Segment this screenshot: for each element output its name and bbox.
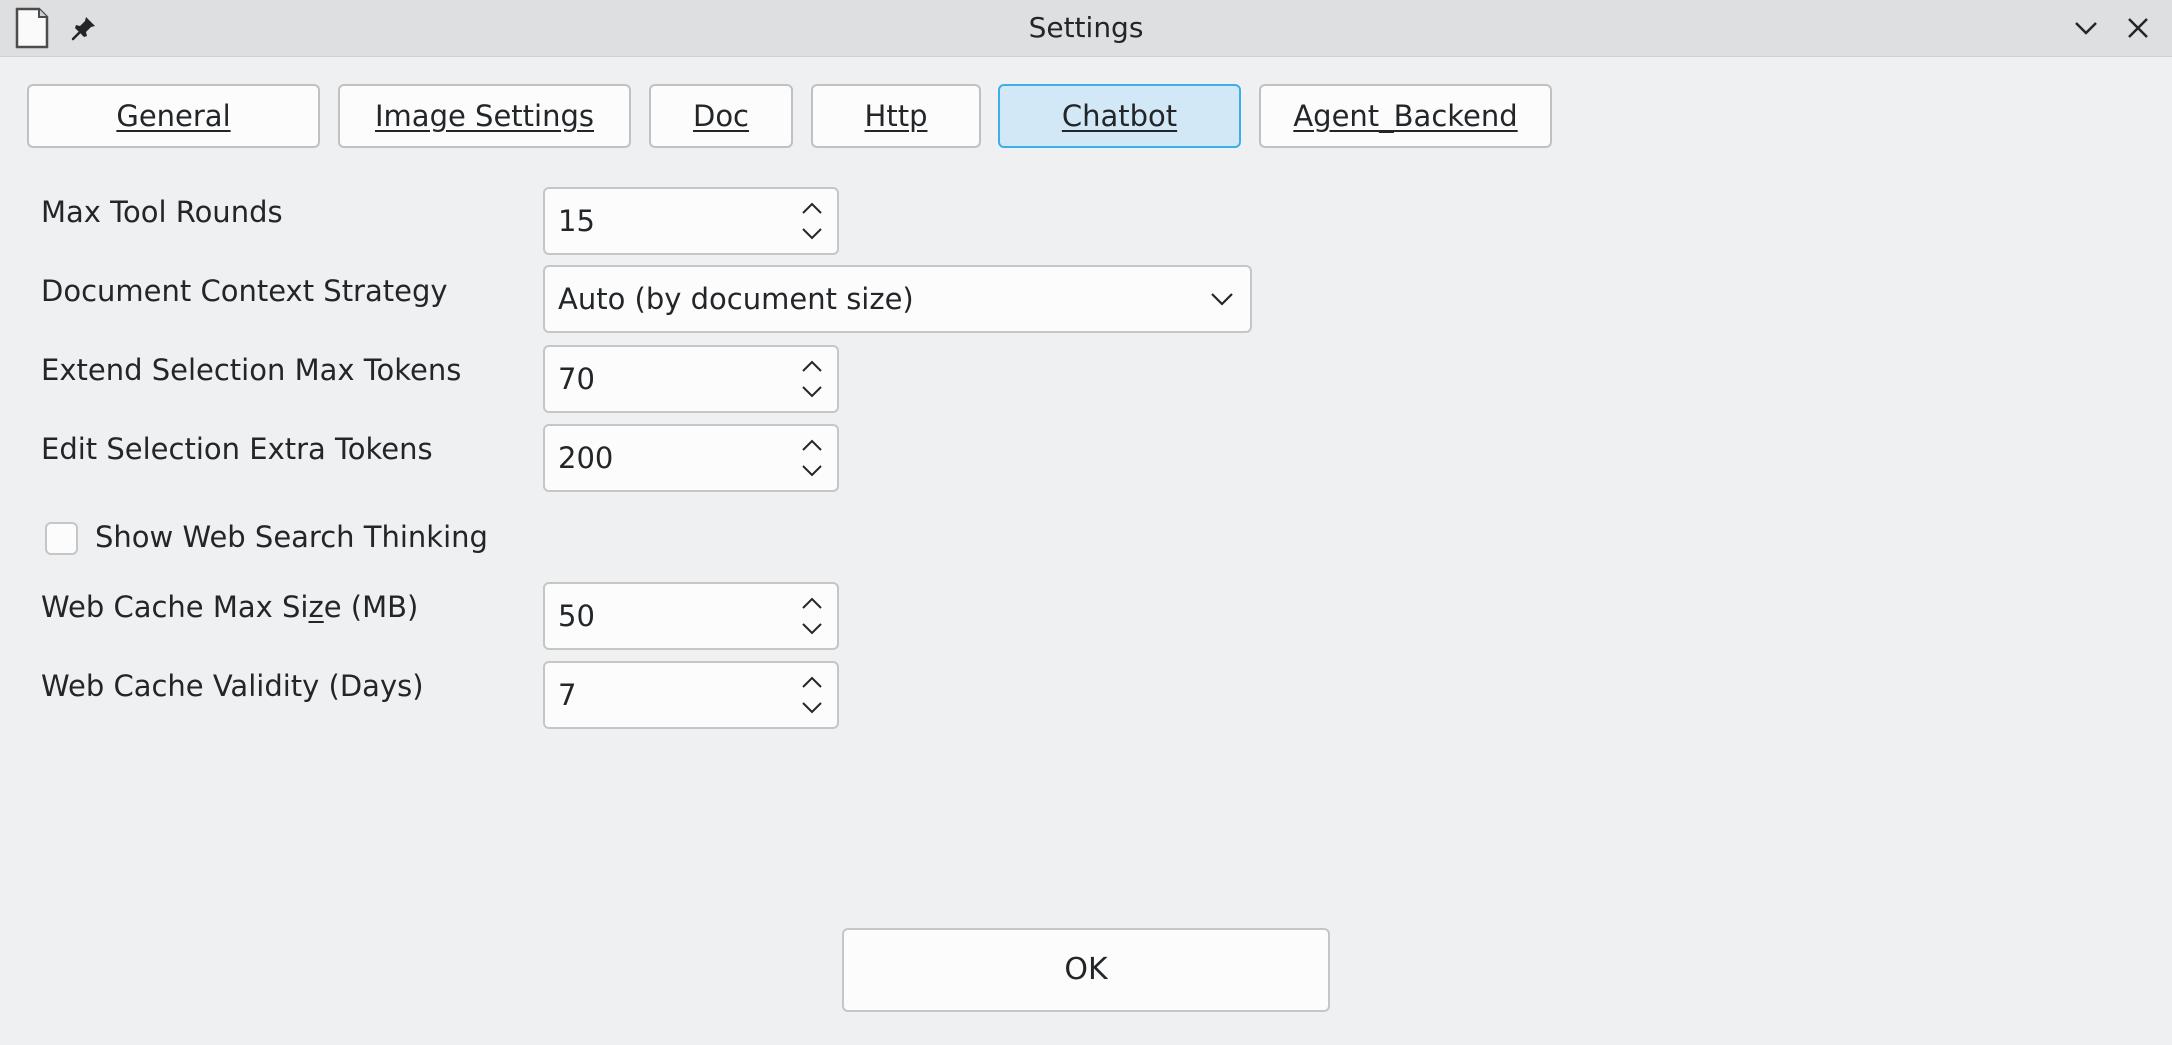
close-icon[interactable] <box>2122 12 2154 44</box>
ok-button[interactable]: OK <box>842 928 1330 1012</box>
max-tool-rounds-value[interactable]: 15 <box>558 189 595 253</box>
tab-image-settings[interactable]: Image Settings <box>338 84 631 148</box>
window-title: Settings <box>1028 11 1144 44</box>
chevron-down-icon[interactable] <box>797 616 827 642</box>
tab-doc[interactable]: Doc <box>649 84 793 148</box>
tab-agent-backend[interactable]: Agent_Backend <box>1259 84 1552 148</box>
document-context-strategy-select[interactable]: Auto (by document size) <box>543 265 1252 333</box>
web-cache-max-size-spinbox[interactable]: 50 <box>543 582 839 650</box>
max-tool-rounds-spinbox[interactable]: 15 <box>543 187 839 255</box>
chevron-up-icon[interactable] <box>797 353 827 379</box>
show-web-search-thinking-label[interactable]: Show Web Search Thinking <box>95 520 488 554</box>
web-cache-max-size-value[interactable]: 50 <box>558 584 595 648</box>
edit-selection-extra-tokens-label: Edit Selection Extra Tokens <box>41 432 433 466</box>
edit-selection-extra-tokens-spinbox[interactable]: 200 <box>543 424 839 492</box>
chevron-down-icon <box>1206 283 1238 315</box>
web-cache-max-size-label: Web Cache Max Size (MB) <box>41 590 418 624</box>
chevron-up-icon[interactable] <box>797 432 827 458</box>
chevron-down-icon[interactable] <box>797 379 827 405</box>
web-cache-max-size-label-mnemonic: z <box>308 590 324 624</box>
chevron-down-icon[interactable] <box>797 458 827 484</box>
max-tool-rounds-label: Max Tool Rounds <box>41 195 283 229</box>
tab-http[interactable]: Http <box>811 84 981 148</box>
chevron-up-icon[interactable] <box>797 590 827 616</box>
chevron-down-icon[interactable] <box>797 221 827 247</box>
chevron-down-icon[interactable] <box>797 695 827 721</box>
web-cache-max-size-label-post: e (MB) <box>323 590 419 624</box>
web-cache-max-size-label-pre: Web Cache Max Si <box>41 590 309 624</box>
tab-general[interactable]: General <box>27 84 320 148</box>
web-cache-validity-value[interactable]: 7 <box>558 663 576 727</box>
web-cache-validity-label: Web Cache Validity (Days) <box>41 669 424 703</box>
document-context-strategy-label: Document Context Strategy <box>41 274 448 308</box>
chevron-down-icon[interactable] <box>2070 12 2102 44</box>
tab-chatbot[interactable]: Chatbot <box>998 84 1241 148</box>
pin-icon[interactable] <box>68 12 100 44</box>
extend-selection-max-tokens-value[interactable]: 70 <box>558 347 595 411</box>
web-cache-validity-spinbox[interactable]: 7 <box>543 661 839 729</box>
document-context-strategy-value: Auto (by document size) <box>558 282 914 316</box>
title-bar: Settings <box>0 0 2172 57</box>
edit-selection-extra-tokens-value[interactable]: 200 <box>558 426 613 490</box>
chevron-up-icon[interactable] <box>797 669 827 695</box>
show-web-search-thinking-checkbox[interactable] <box>45 522 78 555</box>
chevron-up-icon[interactable] <box>797 195 827 221</box>
extend-selection-max-tokens-spinbox[interactable]: 70 <box>543 345 839 413</box>
document-icon <box>12 6 52 50</box>
extend-selection-max-tokens-label: Extend Selection Max Tokens <box>41 353 462 387</box>
